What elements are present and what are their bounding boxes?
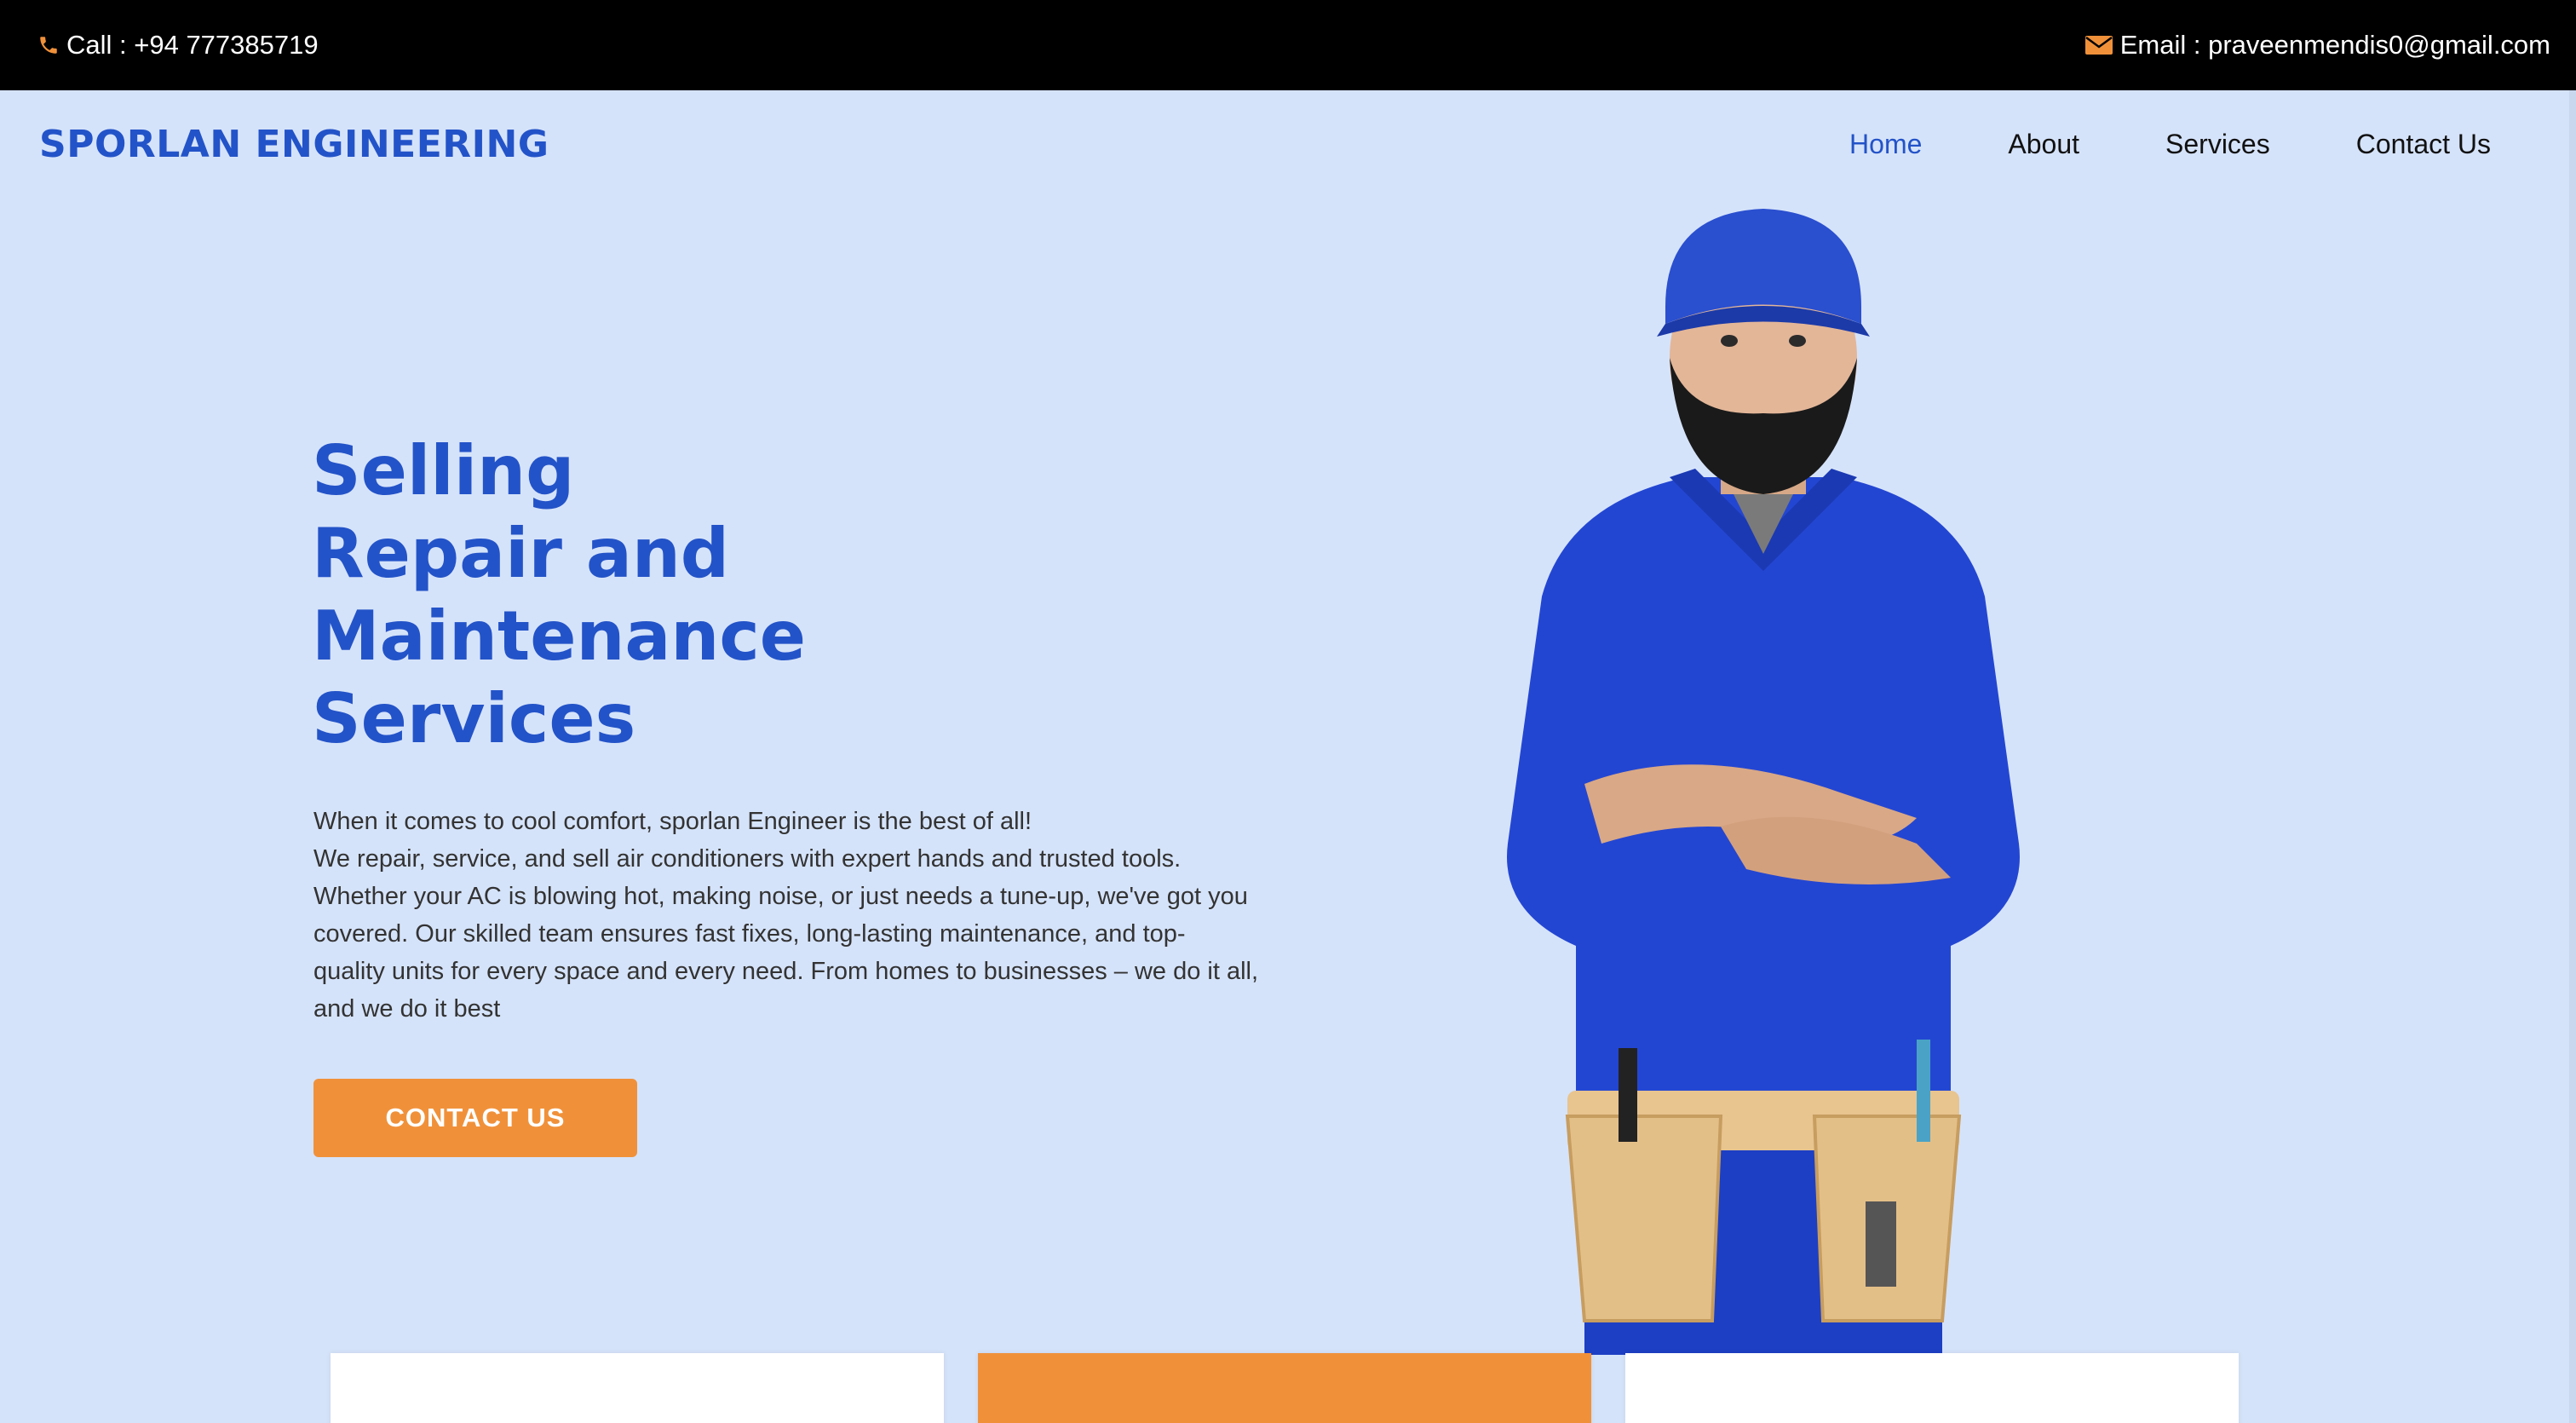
hero-title-line: Selling xyxy=(312,431,575,510)
technician-image xyxy=(1507,209,2020,1355)
description-line: and we do it best xyxy=(313,995,501,1023)
top-contact-bar: Call : +94 777385719 Email : praveenmend… xyxy=(0,0,2576,90)
phone-contact[interactable]: Call : +94 777385719 xyxy=(37,30,319,60)
main-navigation: SPORLAN ENGINEERING Home About Services … xyxy=(0,90,2576,198)
feature-card-highlighted xyxy=(978,1353,1591,1423)
email-text: Email : praveenmendis0@gmail.com xyxy=(2119,30,2550,60)
hero-title-line: Maintenance xyxy=(312,596,807,676)
nav-item-home[interactable]: Home xyxy=(1849,129,1922,160)
description-line: quality units for every space and every … xyxy=(313,958,1259,985)
feature-card xyxy=(1625,1353,2239,1423)
hero-title-line: Services xyxy=(312,679,636,758)
page-scrollbar[interactable] xyxy=(2569,90,2576,1423)
phone-text: Call : +94 777385719 xyxy=(66,30,319,60)
feature-card xyxy=(331,1353,944,1423)
contact-us-button[interactable]: CONTACT US xyxy=(313,1079,637,1157)
nav-menu: Home About Services Contact Us xyxy=(1763,129,2491,160)
description-line: We repair, service, and sell air conditi… xyxy=(313,845,1182,873)
hero-description: When it comes to cool comfort, sporlan E… xyxy=(313,803,1259,1028)
page: Call : +94 777385719 Email : praveenmend… xyxy=(0,0,2576,1423)
description-line: covered. Our skilled team ensures fast f… xyxy=(313,920,1186,948)
brand-logo[interactable]: SPORLAN ENGINEERING xyxy=(39,123,549,166)
nav-item-services[interactable]: Services xyxy=(2165,129,2270,160)
description-line: Whether your AC is blowing hot, making n… xyxy=(313,883,1248,910)
hero-title: Selling Repair and Maintenance Services xyxy=(312,429,806,760)
envelope-icon xyxy=(2084,34,2113,56)
nav-item-about[interactable]: About xyxy=(2008,129,2079,160)
description-line: When it comes to cool comfort, sporlan E… xyxy=(313,808,1032,835)
email-contact[interactable]: Email : praveenmendis0@gmail.com xyxy=(2084,30,2550,60)
nav-item-contact-us[interactable]: Contact Us xyxy=(2356,129,2491,160)
hero-title-line: Repair and xyxy=(312,514,730,593)
phone-icon xyxy=(37,34,60,56)
